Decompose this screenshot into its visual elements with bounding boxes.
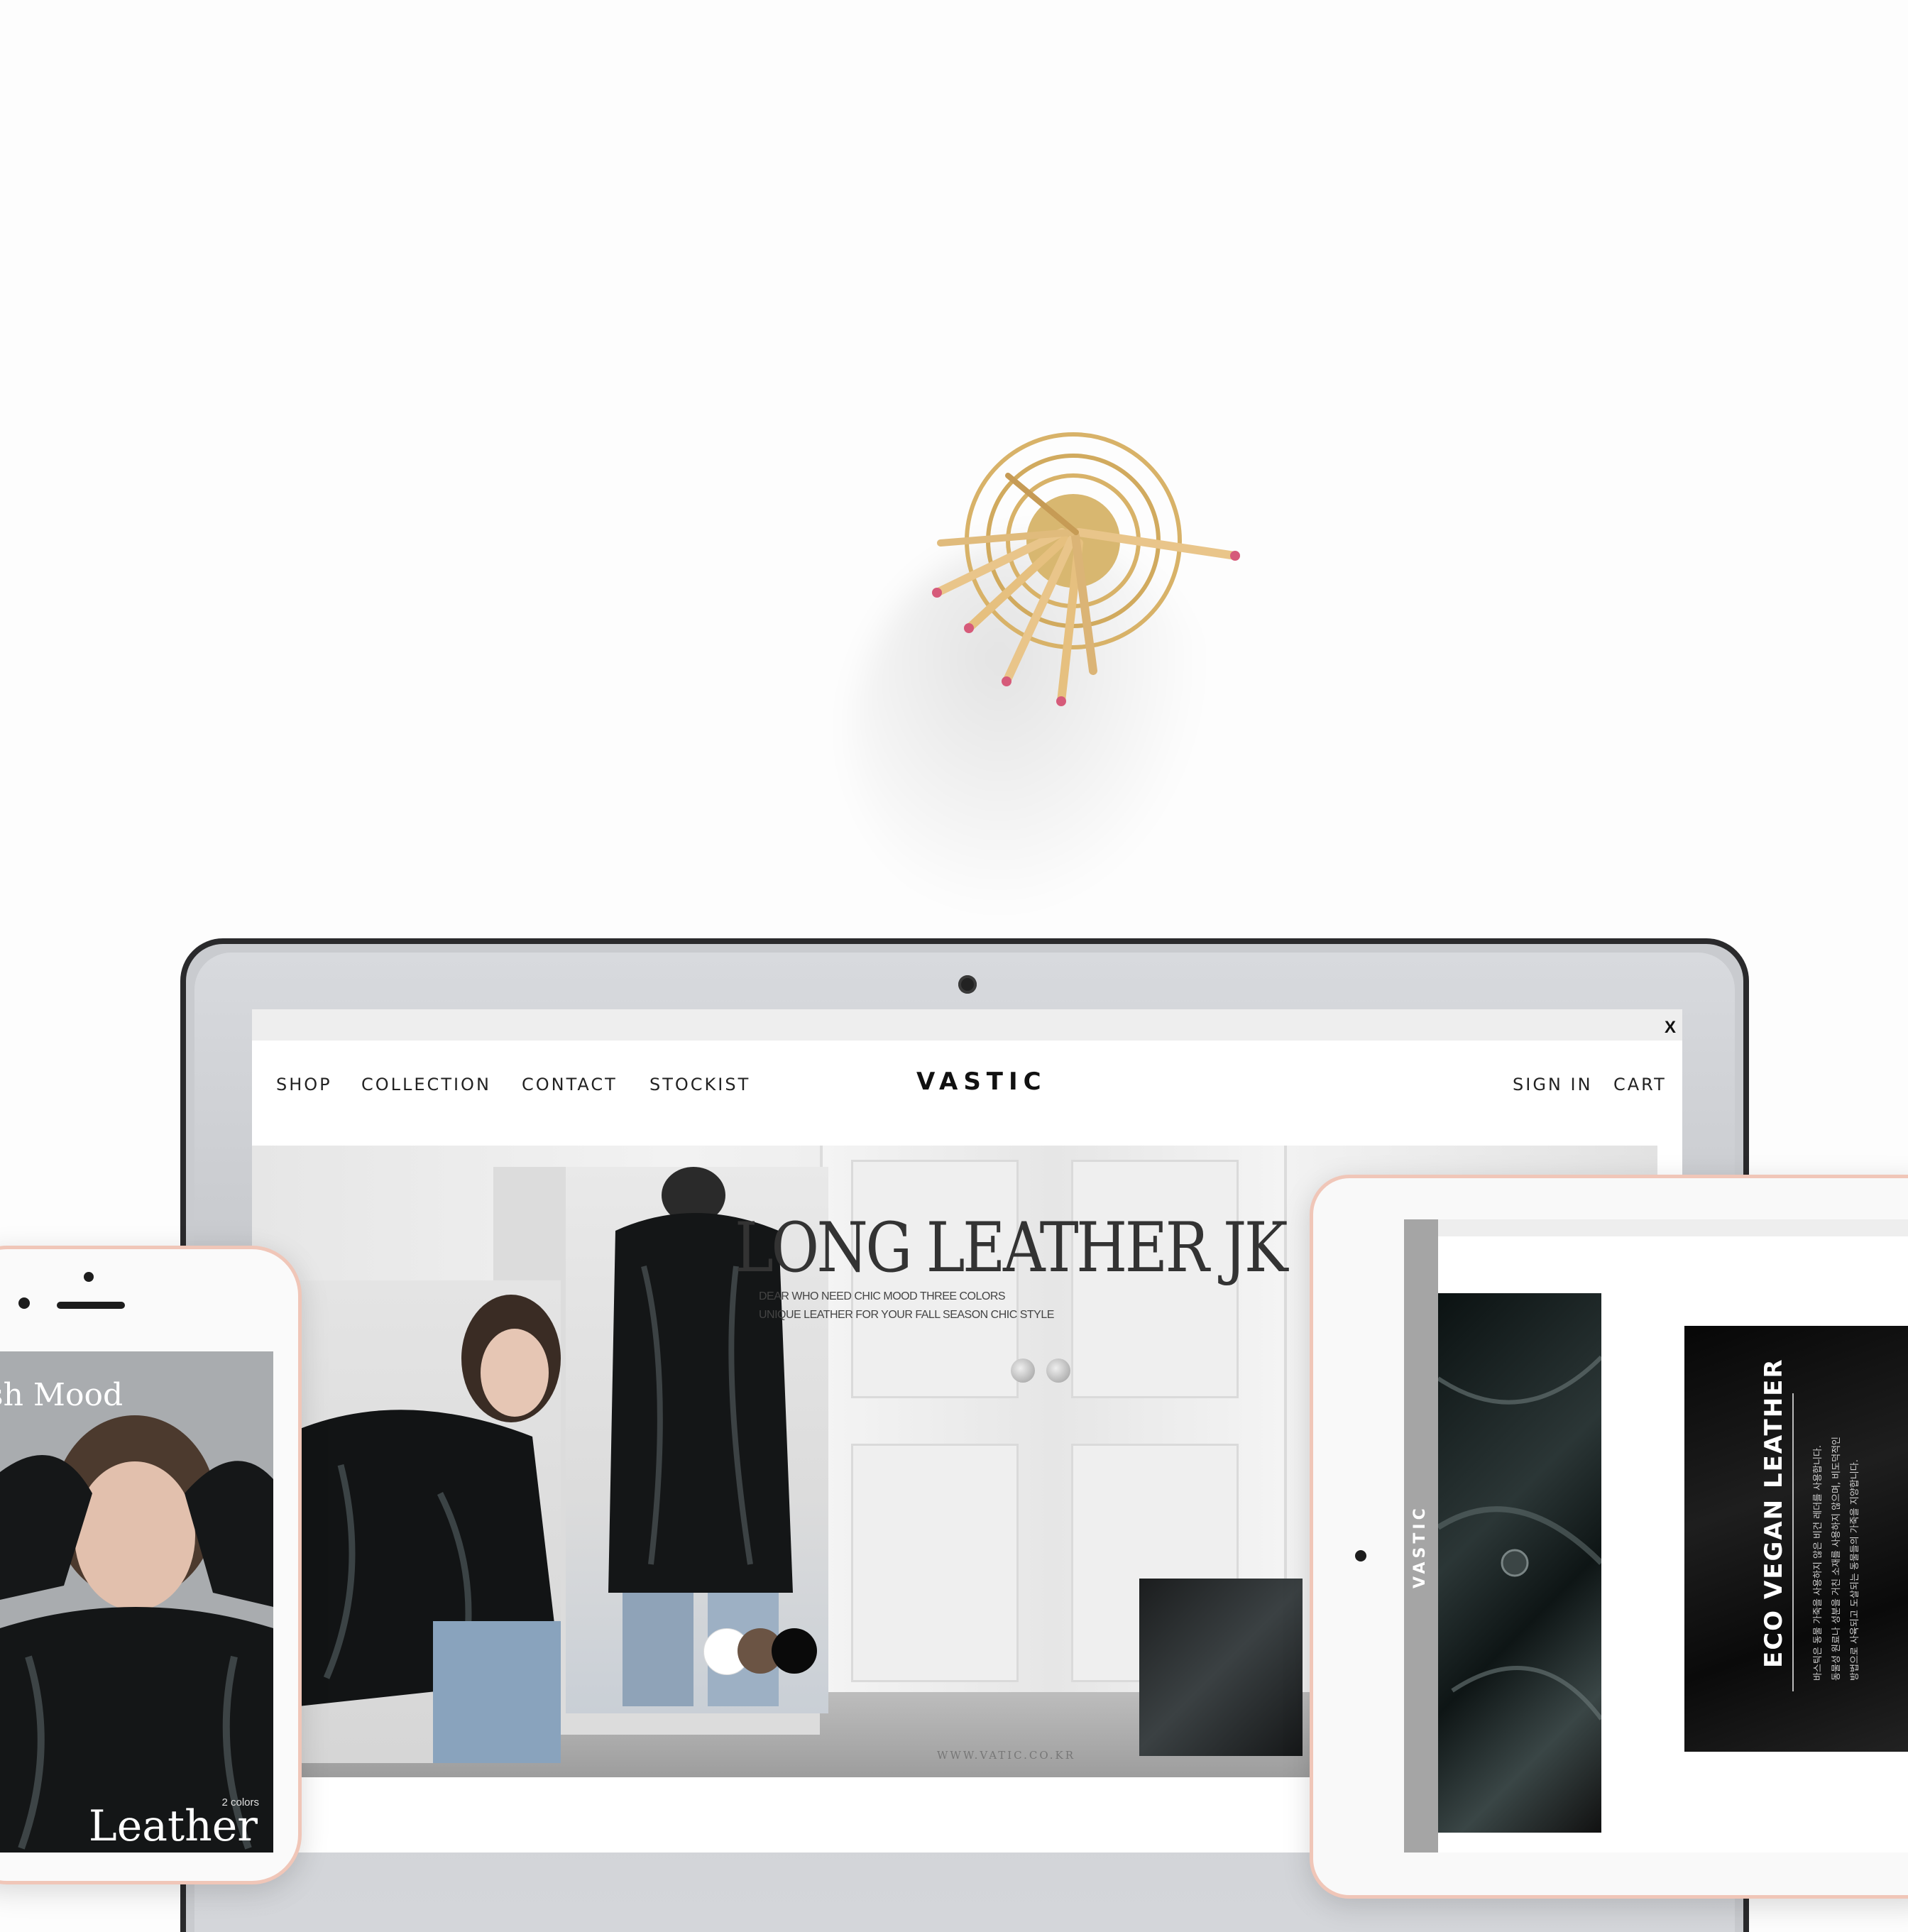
feature-body-line-3: 방법으로 사육되고 도살되는 동물들의 가죽을 지양합니다.: [1850, 1459, 1860, 1681]
phone-screen: sh Mood 2 colors Leather: [0, 1351, 273, 1853]
announcement-bar: [252, 1009, 1682, 1041]
tablet-top-strip: [1438, 1219, 1908, 1236]
laptop-camera: [958, 975, 977, 994]
feature-body-line-1: 바스틱은 동물 가죽을 사용하지 않은 비건 레더를 사용합니다.: [1813, 1444, 1824, 1681]
tablet-brand[interactable]: VASTIC: [1411, 1505, 1429, 1588]
phone-product-title[interactable]: Leather: [89, 1801, 258, 1851]
hero-subtitle-line-1: DEAR WHO NEED CHIC MOOD THREE COLORS: [759, 1290, 1006, 1302]
hero-photo-detail: [1139, 1579, 1303, 1756]
tablet-leather-photo: [1436, 1293, 1603, 1833]
feature-divider: [1792, 1393, 1794, 1691]
hero-subtitle-line-2: UNIQUE LEATHER FOR YOUR FALL SEASON CHIC…: [759, 1309, 1054, 1321]
nav-collection[interactable]: COLLECTION: [361, 1075, 491, 1094]
hero-photo-seated-model: [298, 1280, 561, 1763]
nav-stockist[interactable]: STOCKIST: [649, 1075, 750, 1094]
tablet-camera: [1355, 1550, 1366, 1561]
nav-shop[interactable]: SHOP: [276, 1075, 332, 1094]
hero-subtitle: DEAR WHO NEED CHIC MOOD THREE COLORS UNI…: [759, 1288, 1054, 1324]
tablet-feature-panel: ECO VEGAN LEATHER 바스틱은 동물 가죽을 사용하지 않은 비건…: [1684, 1326, 1908, 1752]
phone-speaker: [57, 1302, 125, 1309]
phone-sensor: [18, 1297, 30, 1309]
phone-model-photo: [0, 1351, 273, 1853]
nav-contact[interactable]: CONTACT: [522, 1075, 618, 1094]
close-button[interactable]: X: [1665, 1018, 1676, 1038]
hero-title: LONG LEATHER JK: [735, 1208, 1288, 1288]
tablet-screen: VASTIC ECO VEGAN LEATHER 바스틱은 동물 가죽을 사용하…: [1404, 1219, 1908, 1853]
nav-cart[interactable]: CART: [1613, 1075, 1667, 1094]
phone-front-camera: [84, 1272, 94, 1282]
nav-sign-in[interactable]: SIGN IN: [1513, 1075, 1593, 1094]
tablet-sidebar: VASTIC: [1404, 1219, 1438, 1853]
phone-headline: sh Mood: [0, 1377, 124, 1413]
brand-logo[interactable]: VASTIC: [916, 1067, 1047, 1096]
feature-body: 바스틱은 동물 가죽을 사용하지 않은 비건 레더를 사용합니다. 동물성 원료…: [1809, 1437, 1865, 1681]
feature-body-line-2: 동물성 원료나 성분을 거친 소재를 사용하지 않으며, 비도덕적인: [1831, 1436, 1842, 1681]
feature-title: ECO VEGAN LEATHER: [1760, 1358, 1788, 1668]
color-swatch-black[interactable]: [772, 1628, 817, 1674]
pencil-holder-illustration: [932, 432, 1240, 706]
site-url[interactable]: WWW.VATIC.CO.KR: [937, 1749, 1075, 1762]
